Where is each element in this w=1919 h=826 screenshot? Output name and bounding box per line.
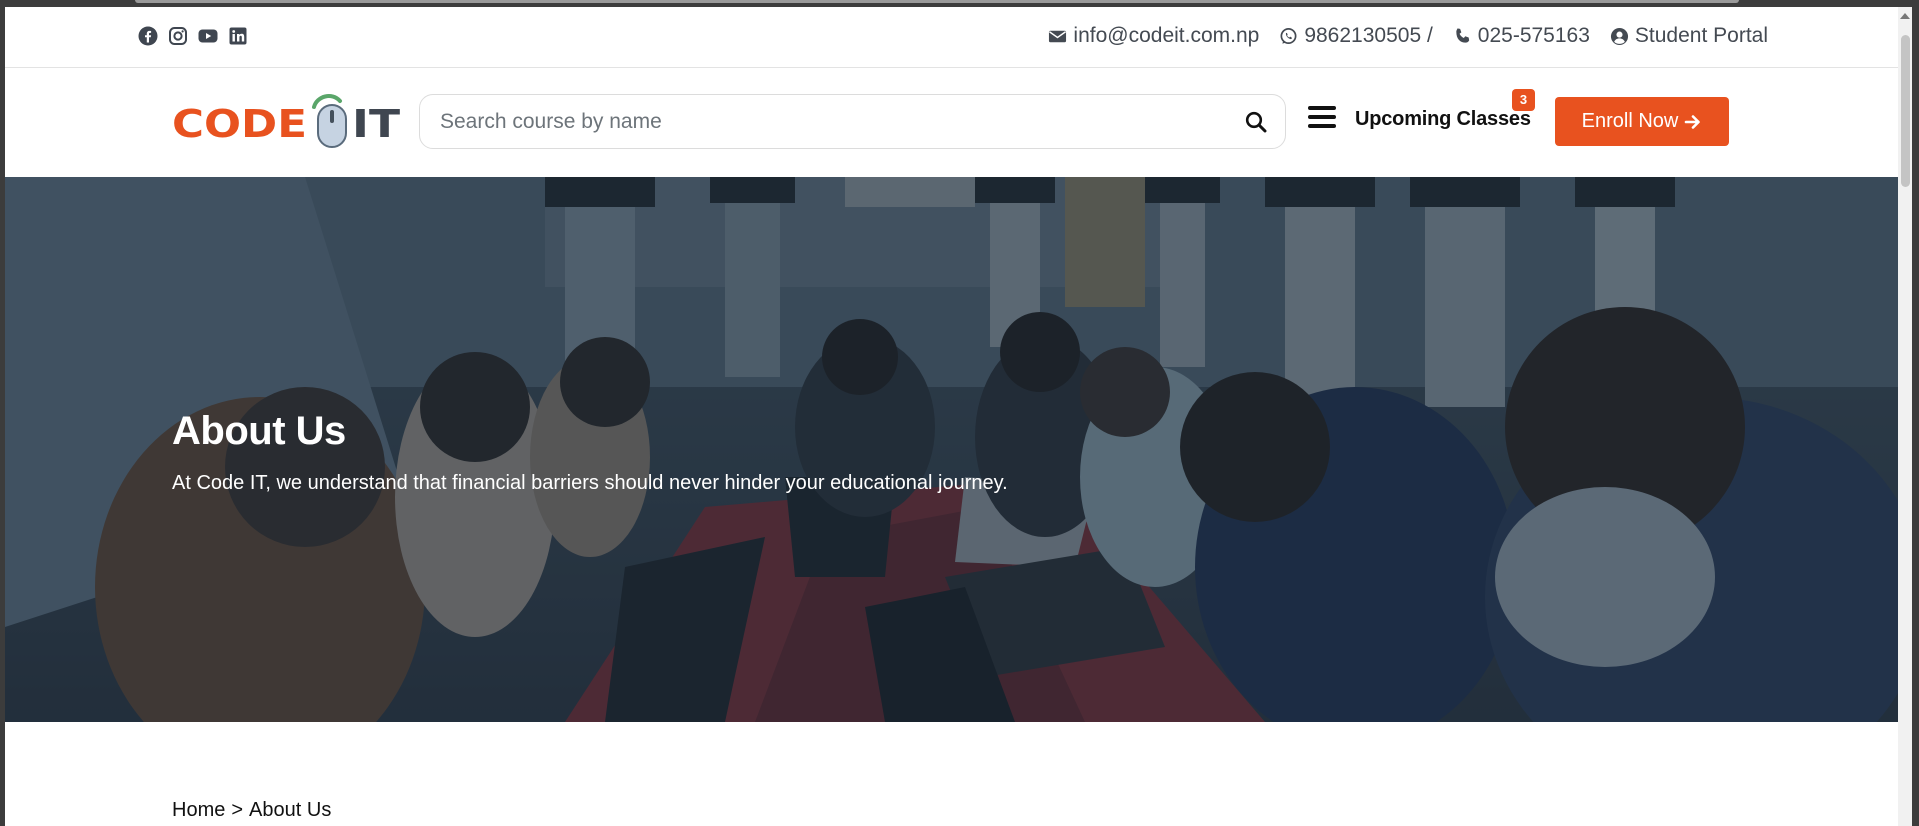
search-input[interactable] xyxy=(440,95,1220,148)
page-viewport: info@codeit.com.np 9862130505 / 025-5751… xyxy=(5,7,1898,826)
hero-banner: About Us At Code IT, we understand that … xyxy=(5,177,1898,722)
instagram-icon[interactable] xyxy=(168,26,188,46)
whatsapp-icon xyxy=(1280,27,1297,44)
browser-right-edge xyxy=(1912,0,1919,826)
email-text: info@codeit.com.np xyxy=(1073,24,1260,47)
page-title: About Us xyxy=(172,409,346,453)
arrow-right-icon xyxy=(1685,114,1701,129)
course-search xyxy=(419,94,1286,149)
breadcrumb: Home > About Us xyxy=(172,799,331,822)
youtube-icon[interactable] xyxy=(198,26,218,46)
logo-code-text: CODE xyxy=(172,102,307,146)
phone-link[interactable]: 025-575163 xyxy=(1453,24,1590,48)
vertical-scrollbar[interactable] xyxy=(1898,7,1912,826)
breadcrumb-current: About Us xyxy=(249,799,332,821)
main-header: CODE IT Upcoming Classes 3 Enroll Now xyxy=(5,69,1898,177)
enroll-label: Enroll Now xyxy=(1581,110,1679,132)
upcoming-classes-link[interactable]: Upcoming Classes xyxy=(1355,108,1531,131)
scroll-up-arrow-icon[interactable] xyxy=(1900,13,1910,19)
student-portal-text: Student Portal xyxy=(1634,24,1768,47)
menu-hamburger-icon[interactable] xyxy=(1308,106,1336,130)
facebook-icon[interactable] xyxy=(138,26,158,46)
user-circle-icon xyxy=(1610,27,1628,45)
breadcrumb-separator: > xyxy=(231,799,244,821)
contact-info: info@codeit.com.np 9862130505 / 025-5751… xyxy=(1048,24,1768,48)
email-link[interactable]: info@codeit.com.np xyxy=(1048,24,1259,48)
social-links xyxy=(138,26,248,46)
envelope-icon xyxy=(1049,30,1067,42)
scrollbar-thumb[interactable] xyxy=(1901,35,1910,187)
upcoming-count-badge: 3 xyxy=(1512,89,1535,111)
whatsapp-link[interactable]: 9862130505 / xyxy=(1279,24,1433,48)
phone-text: 025-575163 xyxy=(1477,24,1590,47)
search-icon[interactable] xyxy=(1245,111,1267,133)
enroll-now-button[interactable]: Enroll Now xyxy=(1555,97,1729,146)
linkedin-icon[interactable] xyxy=(228,26,248,46)
logo-it-text: IT xyxy=(352,102,400,146)
breadcrumb-home-link[interactable]: Home xyxy=(172,799,225,822)
code-it-logo[interactable]: CODE IT xyxy=(172,93,402,151)
hero-subtitle: At Code IT, we understand that financial… xyxy=(172,472,1008,494)
browser-top-edge xyxy=(0,0,1919,7)
student-portal-link[interactable]: Student Portal xyxy=(1610,24,1768,48)
whatsapp-text: 9862130505 / xyxy=(1304,24,1433,47)
top-contact-bar: info@codeit.com.np 9862130505 / 025-5751… xyxy=(5,7,1898,68)
phone-icon xyxy=(1456,27,1469,43)
